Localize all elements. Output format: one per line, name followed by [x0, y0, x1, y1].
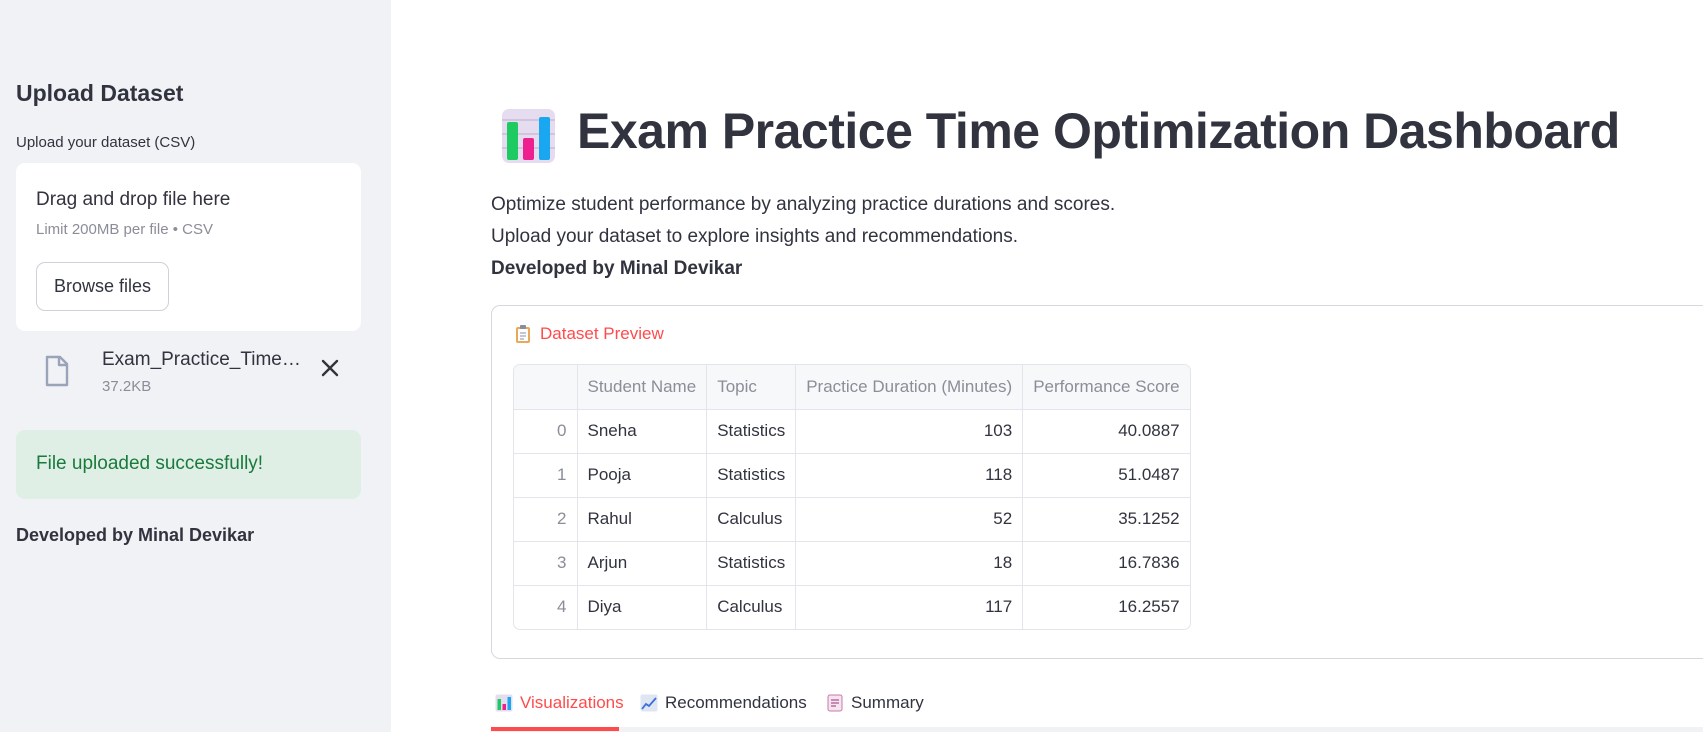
cell-performance-score[interactable]: 16.2557 — [1023, 585, 1190, 629]
cell-topic[interactable]: Statistics — [706, 409, 797, 454]
cell-student-name[interactable]: Arjun — [577, 541, 708, 586]
cell-performance-score[interactable]: 16.7836 — [1022, 541, 1190, 586]
main-content: Exam Practice Time Optimization Dashboar… — [391, 0, 1703, 732]
cell-practice-duration[interactable]: 118 — [795, 453, 1024, 498]
table-row: 0 Sneha Statistics 103 40.0887 — [514, 409, 1190, 454]
cell-topic[interactable]: Calculus — [706, 585, 797, 629]
cell-student-name[interactable]: Diya — [577, 585, 708, 629]
cell-topic[interactable]: Statistics — [706, 541, 797, 586]
page-title: Exam Practice Time Optimization Dashboar… — [577, 103, 1620, 159]
cell-topic[interactable]: Calculus — [706, 497, 797, 542]
bar-chart-icon — [502, 109, 555, 163]
document-icon — [827, 694, 843, 712]
column-header-practice-duration[interactable]: Practice Duration (Minutes) — [795, 365, 1024, 410]
remove-file-icon[interactable] — [317, 355, 343, 381]
file-dropzone[interactable]: Drag and drop file here Limit 200MB per … — [16, 163, 361, 331]
tab-summary[interactable]: Summary — [826, 693, 924, 713]
sidebar-developer-credit: Developed by Minal Devikar — [16, 525, 255, 545]
table-row: 1 Pooja Statistics 118 51.0487 — [514, 453, 1190, 498]
row-index: 2 — [514, 497, 578, 542]
table-row: 3 Arjun Statistics 18 16.7836 — [514, 541, 1190, 586]
line-chart-icon — [640, 694, 658, 712]
intro-developer-credit: Developed by Minal Devikar — [491, 258, 743, 279]
dataset-preview-expander: Dataset Preview Student Name Topic Pract… — [491, 305, 1703, 659]
sidebar: Upload Dataset Upload your dataset (CSV)… — [0, 0, 391, 732]
cell-practice-duration[interactable]: 18 — [795, 541, 1024, 586]
tab-bar-divider — [491, 727, 1703, 732]
cell-practice-duration[interactable]: 52 — [795, 497, 1024, 542]
column-header-topic[interactable]: Topic — [706, 365, 797, 410]
file-size: 37.2KB — [102, 378, 152, 395]
cell-practice-duration[interactable]: 103 — [795, 409, 1024, 454]
table-header-row: Student Name Topic Practice Duration (Mi… — [514, 365, 1190, 410]
file-icon — [45, 355, 69, 387]
sidebar-title: Upload Dataset — [16, 80, 184, 106]
clipboard-icon — [516, 325, 530, 343]
tab-summary-label: Summary — [851, 693, 924, 712]
dataset-preview-title: Dataset Preview — [540, 324, 664, 343]
bar-chart-icon — [495, 694, 513, 712]
table-row: 4 Diya Calculus 117 16.2557 — [514, 585, 1190, 629]
intro-line-2: Upload your dataset to explore insights … — [491, 226, 1019, 247]
row-index: 0 — [514, 409, 578, 454]
success-message: File uploaded successfully! — [36, 453, 264, 474]
column-header-performance-score[interactable]: Performance Score — [1022, 365, 1190, 410]
success-alert: File uploaded successfully! — [16, 430, 361, 499]
cell-practice-duration[interactable]: 117 — [795, 585, 1024, 629]
row-index: 1 — [514, 453, 578, 498]
cell-performance-score[interactable]: 51.0487 — [1022, 453, 1190, 498]
column-header-index[interactable] — [514, 365, 578, 410]
table-row: 2 Rahul Calculus 52 35.1252 — [514, 497, 1190, 542]
cell-performance-score[interactable]: 35.1252 — [1022, 497, 1190, 542]
cell-student-name[interactable]: Pooja — [577, 453, 708, 498]
cell-performance-score[interactable]: 40.0887 — [1022, 409, 1190, 454]
uploaded-file: Exam_Practice_Time_Optimization.csv 37.2… — [16, 345, 361, 401]
cell-topic[interactable]: Statistics — [706, 453, 797, 498]
row-index: 3 — [514, 541, 578, 586]
cell-student-name[interactable]: Sneha — [577, 409, 708, 454]
dropzone-limit: Limit 200MB per file • CSV — [36, 221, 213, 238]
tab-recommendations[interactable]: Recommendations — [640, 693, 807, 713]
tab-visualizations-label: Visualizations — [520, 693, 624, 712]
column-header-student-name[interactable]: Student Name — [577, 365, 708, 410]
file-name: Exam_Practice_Time_Optimization.csv — [102, 349, 307, 370]
dropzone-title: Drag and drop file here — [36, 189, 231, 210]
cell-student-name[interactable]: Rahul — [577, 497, 708, 542]
active-tab-indicator — [491, 727, 619, 731]
upload-label: Upload your dataset (CSV) — [16, 134, 196, 151]
tab-visualizations[interactable]: Visualizations — [495, 693, 624, 713]
dataset-preview-header[interactable]: Dataset Preview — [514, 324, 664, 344]
tab-bar: Visualizations Recommendations Summary — [491, 688, 1703, 732]
dataset-table[interactable]: Student Name Topic Practice Duration (Mi… — [513, 364, 1191, 630]
intro-line-1: Optimize student performance by analyzin… — [491, 194, 1116, 215]
browse-files-button[interactable]: Browse files — [36, 262, 169, 311]
tab-recommendations-label: Recommendations — [665, 693, 807, 712]
row-index: 4 — [514, 585, 578, 629]
